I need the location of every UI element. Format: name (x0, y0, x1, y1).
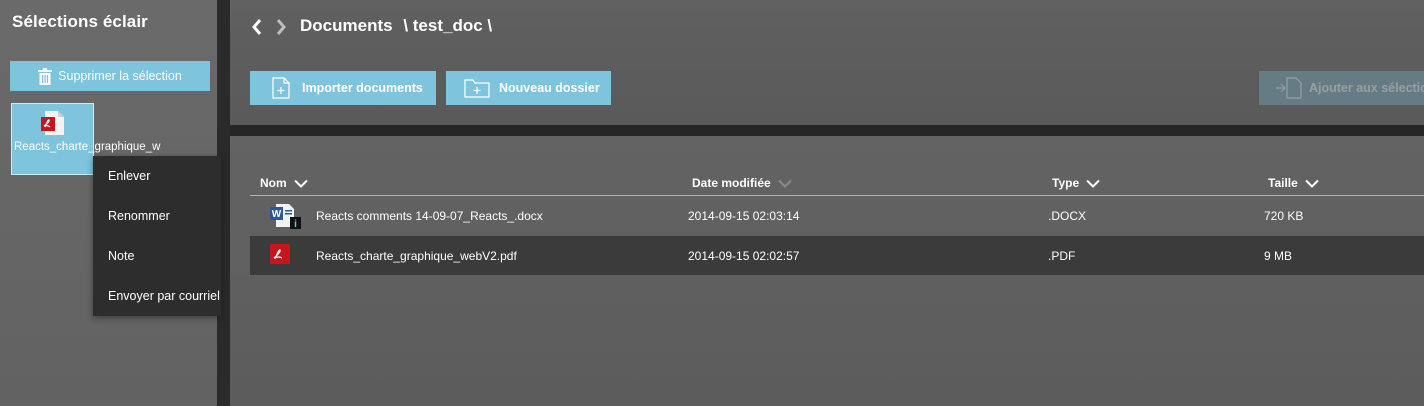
add-to-selections-button[interactable]: Ajouter aux sélectio (1259, 71, 1424, 105)
table-row[interactable]: W i Reacts comments 14-09-07_Reacts_.doc… (250, 196, 1424, 235)
chevron-down-icon (777, 179, 792, 188)
column-header-size[interactable]: Taille (1268, 176, 1319, 190)
clear-selection-button[interactable]: Supprimer la sélection (10, 61, 210, 91)
add-to-selection-icon (1276, 77, 1302, 99)
chevron-down-icon (1305, 179, 1319, 188)
main-area: Documents \ test_doc \ Importer document… (230, 0, 1424, 406)
chevron-down-icon (293, 179, 308, 188)
file-name: Reacts_charte_graphique_webV2.pdf (316, 249, 517, 263)
clear-selection-label: Supprimer la sélection (58, 69, 182, 83)
file-date: 2014-09-15 02:02:57 (688, 249, 800, 263)
word-doc-icon: W i (270, 204, 301, 229)
breadcrumb-current[interactable]: \ test_doc \ (403, 16, 492, 35)
import-documents-label: Importer documents (302, 81, 423, 95)
add-folder-icon (464, 79, 490, 98)
svg-text:i: i (294, 219, 297, 229)
table-row[interactable]: Reacts_charte_graphique_webV2.pdf 2014-0… (250, 236, 1424, 275)
svg-text:W: W (272, 209, 282, 220)
file-type: .DOCX (1048, 209, 1087, 223)
new-folder-label: Nouveau dossier (499, 81, 600, 95)
column-header-type[interactable]: Type (1052, 176, 1100, 190)
tile-name: Reacts_charte_graphique_w (14, 141, 161, 153)
context-menu: Enlever Renommer Note Envoyer par courri… (93, 156, 221, 316)
toolbar-divider (230, 125, 1424, 136)
chevron-right-icon[interactable] (274, 17, 288, 37)
file-size: 720 KB (1264, 209, 1304, 223)
file-date: 2014-09-15 02:03:14 (688, 209, 800, 223)
menu-item-rename[interactable]: Renommer (93, 196, 221, 236)
trash-icon (38, 67, 53, 85)
breadcrumb: Documents \ test_doc \ (300, 16, 498, 36)
add-file-icon (272, 77, 290, 99)
top-bar: Documents \ test_doc \ Importer document… (230, 0, 1424, 125)
add-to-selections-label: Ajouter aux sélectio (1309, 81, 1424, 95)
new-folder-button[interactable]: Nouveau dossier (446, 71, 611, 105)
chevron-left-icon[interactable] (250, 17, 264, 37)
column-header-date[interactable]: Date modifiée (692, 176, 792, 190)
menu-item-note[interactable]: Note (93, 236, 221, 276)
file-name: Reacts comments 14-09-07_Reacts_.docx (316, 209, 543, 223)
selection-tile[interactable]: Reacts_charte_graphique_w (11, 103, 161, 175)
column-header-name[interactable]: Nom (260, 176, 308, 190)
import-documents-button[interactable]: Importer documents (250, 71, 436, 105)
file-type: .PDF (1048, 249, 1076, 263)
breadcrumb-root[interactable]: Documents (300, 16, 393, 35)
file-size: 9 MB (1264, 249, 1293, 263)
menu-item-remove[interactable]: Enlever (93, 156, 221, 196)
menu-item-send-email[interactable]: Envoyer par courriel (93, 276, 221, 316)
pdf-icon (270, 244, 290, 264)
pdf-icon (40, 111, 64, 135)
chevron-down-icon (1086, 179, 1100, 188)
panel-title: Sélections éclair (12, 12, 148, 31)
